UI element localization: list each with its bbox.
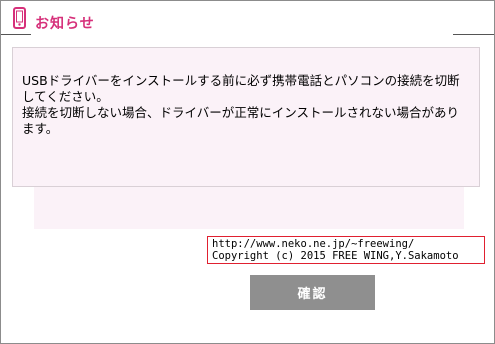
credits-copyright: Copyright (c) 2015 FREE WING,Y.Sakamoto: [212, 250, 459, 262]
credits-url: http://www.neko.ne.jp/~freewing/: [212, 238, 415, 250]
header-divider-left: [1, 34, 31, 35]
phone-icon: [13, 7, 26, 29]
header-divider-right: [453, 34, 494, 35]
dialog-header: お知らせ: [1, 1, 494, 41]
notice-message: USBドライバーをインストールする前に必ず携帯電話とパソコンの接続を切断してくだ…: [22, 73, 460, 136]
confirm-button[interactable]: 確認: [250, 275, 375, 310]
dialog-title: お知らせ: [35, 16, 95, 32]
credits-box: http://www.neko.ne.jp/~freewing/ Copyrig…: [207, 236, 485, 264]
message-panel-footer: [34, 187, 464, 229]
